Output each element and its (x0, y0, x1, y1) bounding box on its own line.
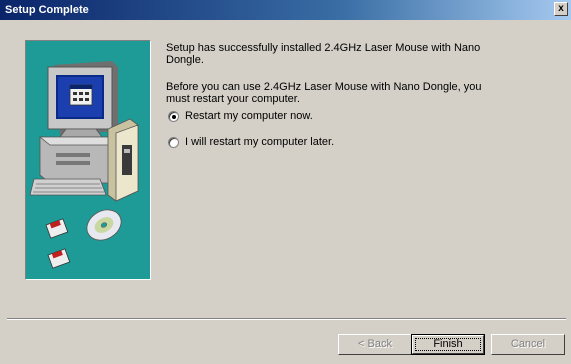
success-message: Setup has successfully installed 2.4GHz … (166, 42, 481, 66)
title-bar: Setup Complete x (0, 0, 571, 20)
restart-later-radio[interactable] (168, 137, 179, 148)
restart-now-label[interactable]: Restart my computer now. (185, 110, 313, 122)
close-button[interactable]: x (554, 2, 568, 16)
restart-prompt: Before you can use 2.4GHz Laser Mouse wi… (166, 81, 482, 105)
finish-button[interactable]: Finish (411, 334, 485, 355)
setup-illustration (25, 40, 151, 280)
computer-icon (29, 61, 139, 269)
window-title: Setup Complete (5, 4, 89, 16)
back-button[interactable]: < Back (338, 334, 412, 355)
footer-separator (7, 318, 566, 320)
restart-now-radio[interactable] (168, 111, 179, 122)
restart-later-label[interactable]: I will restart my computer later. (185, 136, 334, 148)
cancel-button[interactable]: Cancel (491, 334, 565, 355)
